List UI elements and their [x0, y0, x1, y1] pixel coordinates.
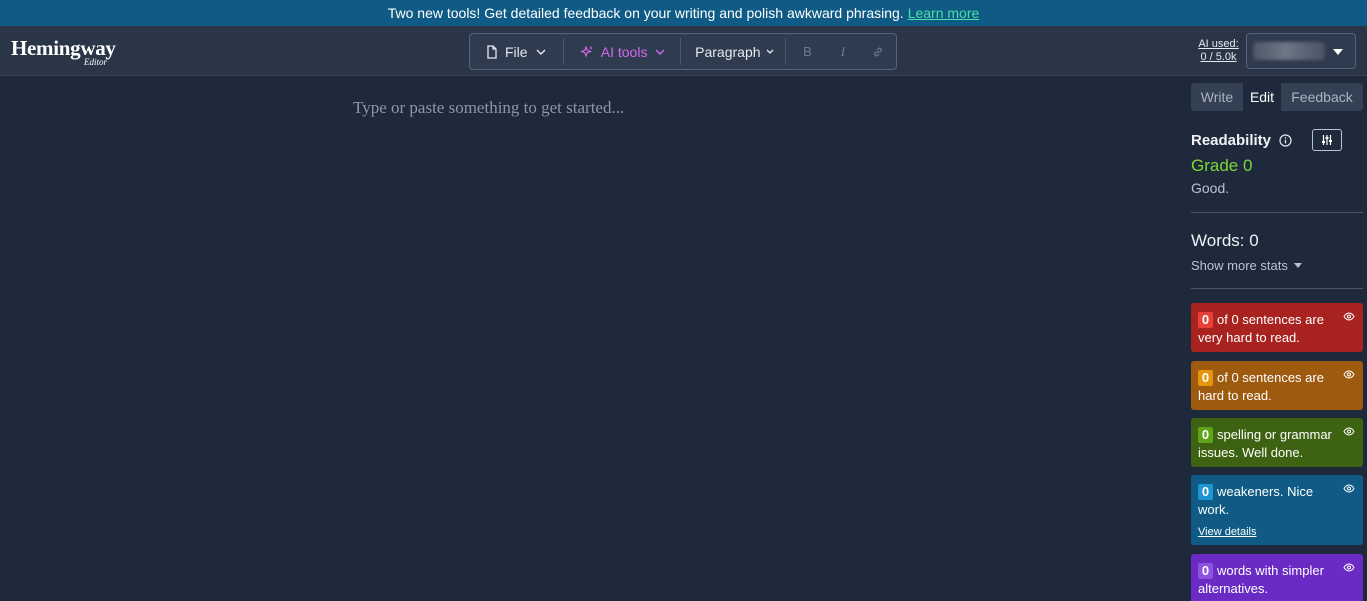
mode-write-tab[interactable]: Write [1191, 83, 1243, 111]
grade-comment: Good. [1191, 180, 1230, 196]
sidebar-divider [1191, 288, 1363, 289]
text-editor[interactable]: Type or paste something to get started..… [0, 77, 1180, 601]
eye-icon[interactable] [1343, 370, 1355, 379]
sparkle-icon [579, 44, 594, 59]
eye-icon[interactable] [1343, 563, 1355, 572]
issue-text: spelling or grammar issues. Well done. [1198, 427, 1332, 460]
banner-text: Two new tools! Get detailed feedback on … [387, 5, 904, 21]
link-button[interactable] [861, 34, 896, 69]
issue-text: of 0 sentences are very hard to read. [1198, 312, 1324, 345]
hard-sentences-card: 0 of 0 sentences are hard to read. [1191, 361, 1363, 410]
paragraph-style-dropdown[interactable]: Paragraph [681, 34, 785, 69]
file-icon [486, 44, 498, 59]
show-more-label: Show more stats [1191, 258, 1288, 273]
eye-icon[interactable] [1343, 312, 1355, 321]
sliders-icon [1321, 134, 1333, 146]
bold-button[interactable]: B [790, 34, 825, 69]
readability-grade: Grade 0 [1191, 156, 1253, 175]
mode-edit-tab[interactable]: Edit [1243, 83, 1281, 111]
mode-feedback-tab[interactable]: Feedback [1281, 83, 1363, 111]
file-menu-button[interactable]: File [470, 34, 563, 69]
ai-used-value: 0 / 5.0k [1200, 51, 1237, 63]
show-more-stats-toggle[interactable]: Show more stats [1191, 258, 1302, 273]
readability-heading: Readability [1191, 132, 1292, 149]
caret-down-icon [1333, 49, 1343, 55]
bold-label: B [803, 44, 812, 59]
chevron-down-icon [655, 49, 665, 55]
italic-label: I [840, 43, 846, 59]
readability-settings-button[interactable] [1312, 129, 1342, 151]
weakeners-card: 0 weakeners. Nice work. View details [1191, 475, 1363, 545]
issue-count: 0 [1198, 370, 1213, 386]
italic-button[interactable]: I [825, 34, 860, 69]
word-count: Words: 0 [1191, 231, 1259, 250]
mode-switcher: Write Edit Feedback [1191, 83, 1363, 111]
analysis-sidebar: Write Edit Feedback Readability Grade 0 … [1191, 77, 1363, 601]
redacted-account-name [1253, 42, 1325, 60]
logo-subtext: Editor [84, 57, 108, 67]
toolbar-divider [784, 38, 786, 65]
issue-count: 0 [1198, 563, 1213, 579]
readability-label: Readability [1191, 132, 1272, 149]
simpler-alternatives-card: 0 words with simpler alternatives. [1191, 554, 1363, 601]
chevron-down-icon [766, 49, 774, 54]
issue-count: 0 [1198, 427, 1213, 443]
eye-icon[interactable] [1343, 484, 1355, 493]
ai-usage-counter[interactable]: AI used: 0 / 5.0k [1195, 38, 1242, 64]
eye-icon[interactable] [1343, 427, 1355, 436]
sidebar-divider [1191, 212, 1363, 213]
account-dropdown[interactable] [1246, 33, 1356, 69]
issue-text: words with simpler alternatives. [1198, 563, 1324, 596]
file-label: File [505, 43, 528, 60]
chevron-down-icon [536, 49, 546, 55]
view-details-link[interactable]: View details [1198, 523, 1339, 541]
editor-toolbar: File AI tools Paragraph B I [469, 33, 897, 70]
ai-tools-label: AI tools [600, 43, 648, 60]
app-header: Hemingway Editor File AI tools Paragraph [0, 26, 1367, 76]
spelling-grammar-card: 0 spelling or grammar issues. Well done. [1191, 418, 1363, 467]
issue-text: weakeners. Nice work. [1198, 484, 1314, 517]
ai-used-label: AI used: [1198, 38, 1239, 50]
info-icon[interactable] [1279, 134, 1292, 147]
announcement-banner: Two new tools! Get detailed feedback on … [0, 0, 1367, 26]
issue-count: 0 [1198, 484, 1213, 500]
editor-placeholder: Type or paste something to get started..… [353, 98, 625, 117]
paragraph-label: Paragraph [695, 43, 761, 60]
issue-text: of 0 sentences are hard to read. [1198, 370, 1324, 403]
very-hard-sentences-card: 0 of 0 sentences are very hard to read. [1191, 303, 1363, 352]
hemingway-logo[interactable]: Hemingway Editor [11, 36, 126, 70]
ai-tools-menu-button[interactable]: AI tools [564, 34, 680, 69]
caret-down-icon [1293, 263, 1302, 268]
link-icon [872, 46, 884, 58]
learn-more-link[interactable]: Learn more [908, 5, 980, 21]
issue-count: 0 [1198, 312, 1213, 328]
